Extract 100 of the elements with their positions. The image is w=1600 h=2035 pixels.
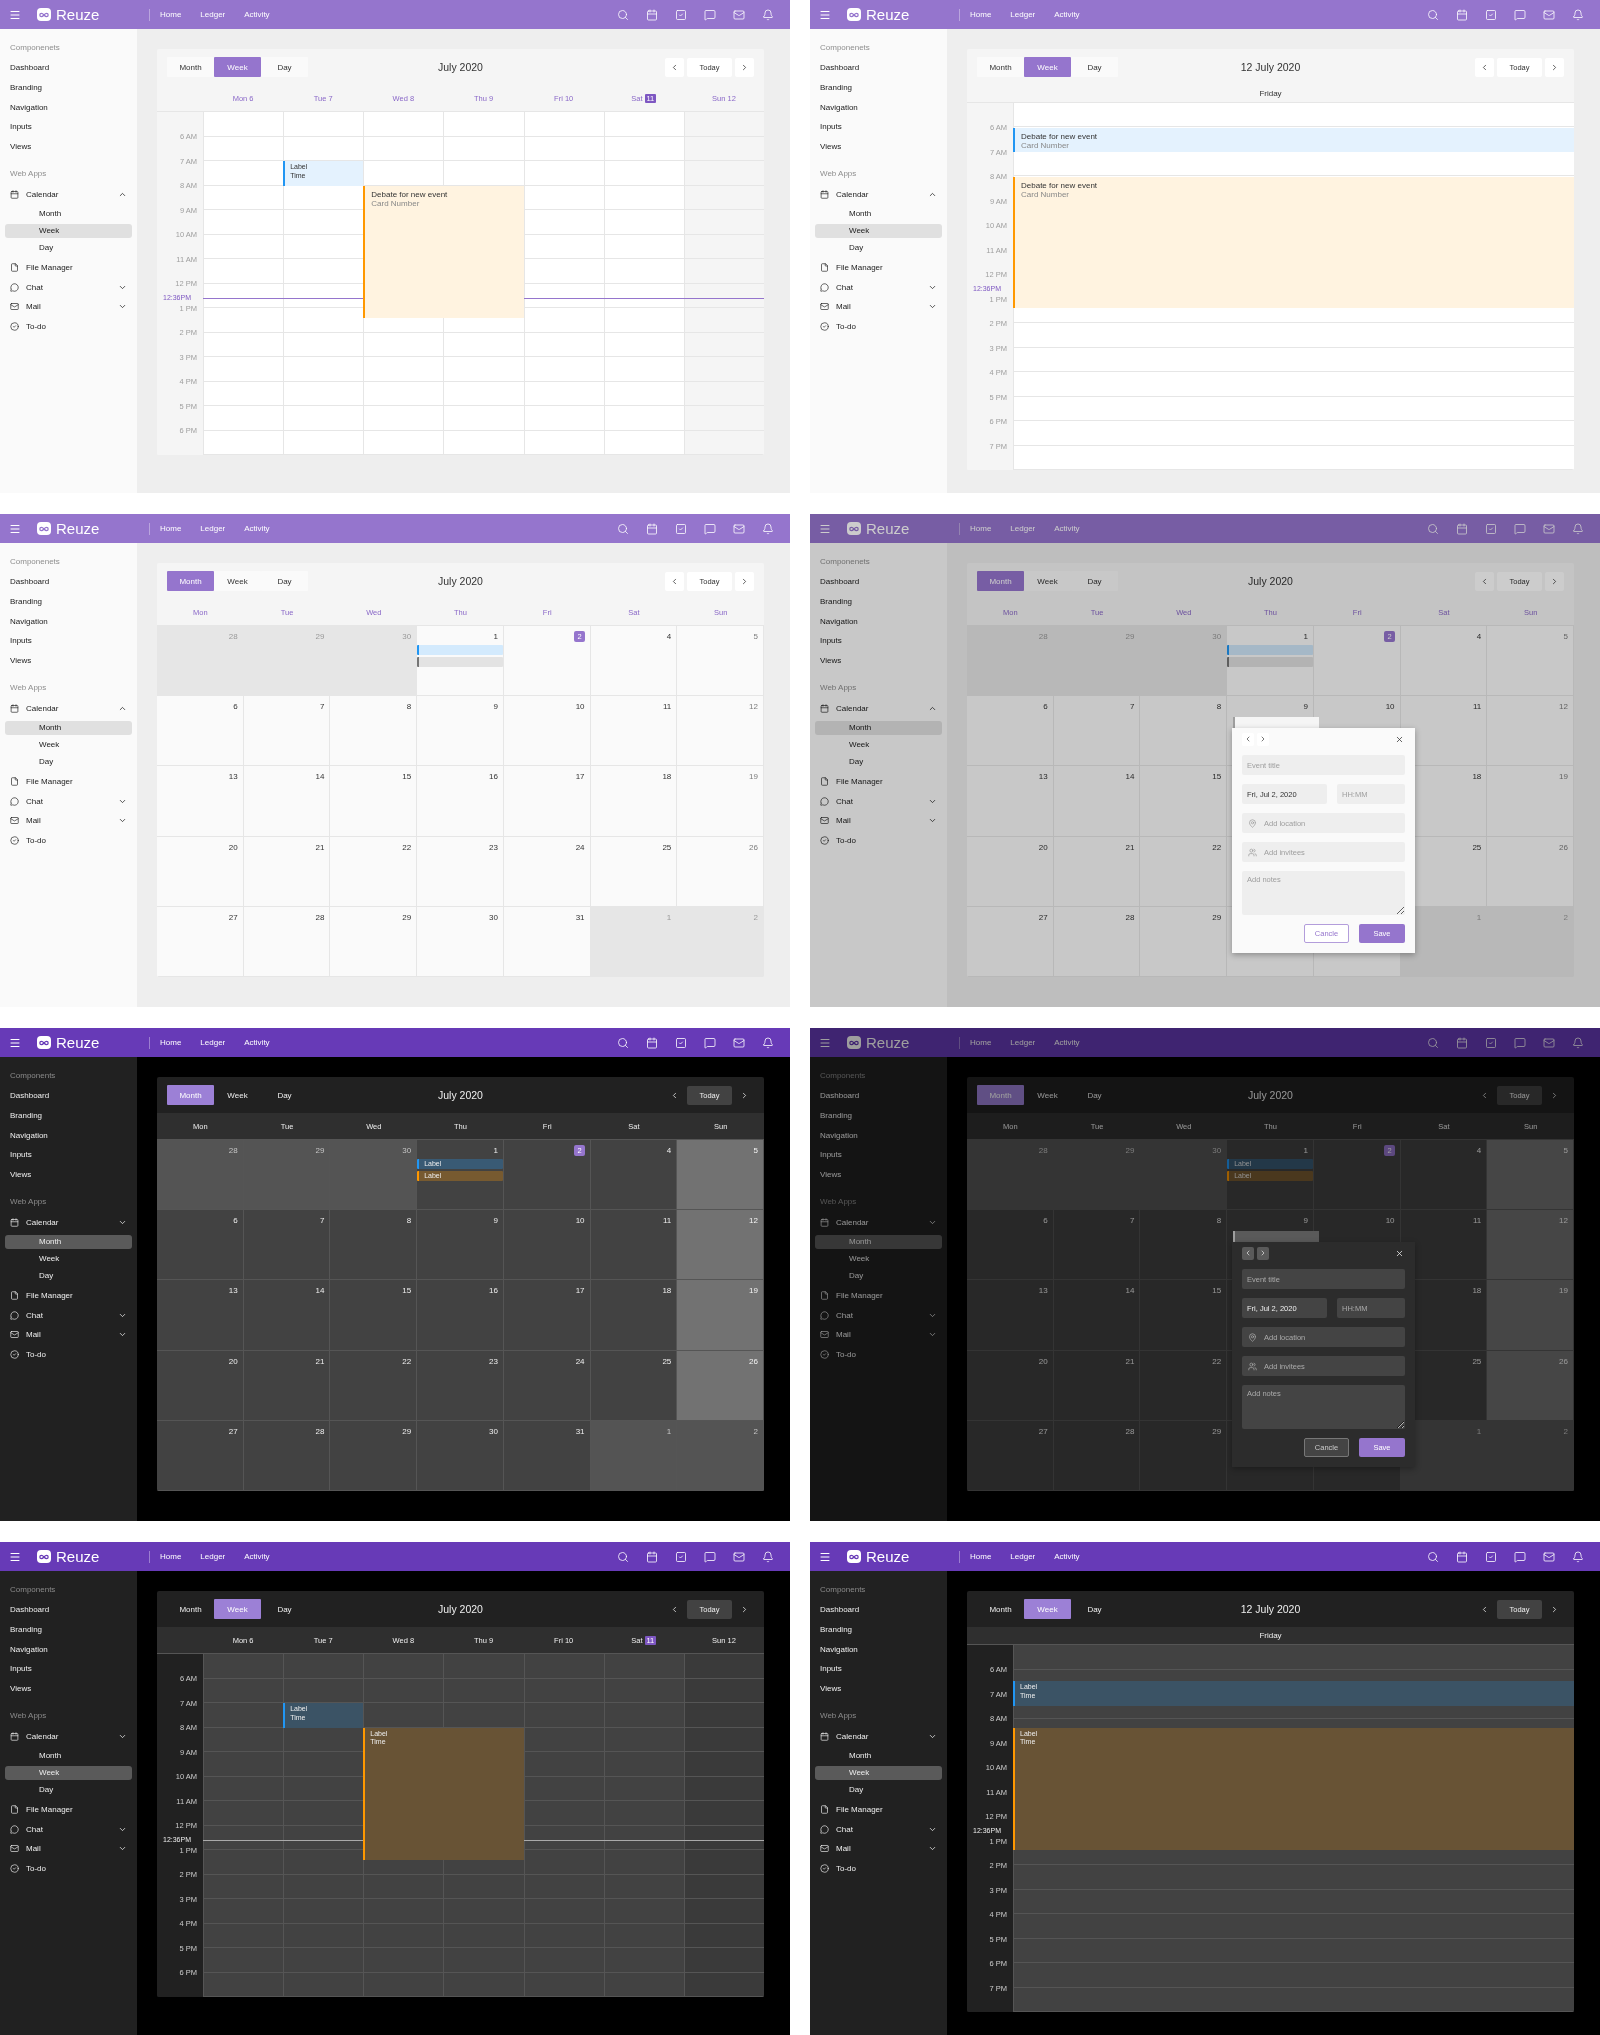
view-tab[interactable]: Day xyxy=(1071,1599,1118,1619)
search-icon[interactable] xyxy=(617,1550,629,1563)
nav-link[interactable]: Home xyxy=(160,522,182,535)
sidebar-item[interactable]: Inputs xyxy=(810,117,947,137)
calendar-icon[interactable] xyxy=(646,1036,658,1049)
message-icon[interactable] xyxy=(704,8,716,21)
day-cell[interactable]: 29 xyxy=(243,1140,331,1211)
sidebar-item[interactable]: Branding xyxy=(0,77,137,98)
sidebar-item[interactable]: Navigation xyxy=(0,1125,137,1146)
sidebar-item[interactable]: Chat xyxy=(0,277,137,297)
day-cell[interactable]: 1 xyxy=(590,1420,678,1491)
day-cell[interactable]: 4 xyxy=(1400,626,1488,697)
sidebar-item[interactable]: File Manager xyxy=(0,1285,137,1306)
day-cell[interactable]: 22 xyxy=(1140,836,1228,907)
sidebar-item[interactable]: To-do xyxy=(0,1344,137,1365)
calendar-icon[interactable] xyxy=(1456,1550,1468,1563)
sidebar-subitem[interactable]: Week xyxy=(5,737,132,752)
event-bar[interactable] xyxy=(417,645,503,655)
previous-button[interactable] xyxy=(1242,1246,1254,1260)
sidebar-item[interactable]: Views xyxy=(810,650,947,671)
view-tab[interactable]: Month xyxy=(167,1599,214,1619)
day-cell[interactable]: 17 xyxy=(503,1280,591,1351)
day-cell[interactable]: 14 xyxy=(1053,766,1141,837)
day-cell[interactable]: 11 xyxy=(590,696,678,767)
menu-icon[interactable] xyxy=(9,8,21,21)
menu-icon[interactable] xyxy=(819,1550,831,1563)
nav-link[interactable]: Activity xyxy=(1054,522,1080,535)
day-cell[interactable]: 13 xyxy=(967,1280,1054,1351)
nav-link[interactable]: Activity xyxy=(1054,1550,1080,1563)
day-cell[interactable]: 13 xyxy=(967,766,1054,837)
sidebar-item[interactable]: Dashboard xyxy=(810,58,947,78)
sidebar-item[interactable]: Branding xyxy=(810,1105,947,1126)
day-cell[interactable]: 26 xyxy=(677,1350,764,1421)
day-cell[interactable]: 22 xyxy=(1140,1350,1228,1421)
sidebar-item[interactable]: Views xyxy=(810,1678,947,1699)
menu-icon[interactable] xyxy=(819,522,831,535)
nav-link[interactable]: Ledger xyxy=(200,522,226,535)
sidebar-item[interactable]: Views xyxy=(0,1678,137,1699)
day-cell[interactable]: 28 xyxy=(1053,906,1141,977)
sidebar-subitem[interactable]: Week xyxy=(5,223,132,238)
sidebar-item[interactable]: File Manager xyxy=(0,771,137,792)
sidebar-item[interactable]: Chat xyxy=(0,1819,137,1839)
sidebar-item[interactable]: Branding xyxy=(810,591,947,612)
view-tab[interactable]: Week xyxy=(1024,1085,1071,1105)
sidebar-subitem[interactable]: Month xyxy=(815,1748,942,1763)
previous-button[interactable] xyxy=(1242,732,1254,746)
nav-link[interactable]: Ledger xyxy=(1010,1036,1036,1049)
day-cell[interactable]: 19 xyxy=(1487,1280,1574,1351)
day-cell[interactable]: 31 xyxy=(503,1420,591,1491)
sidebar-item[interactable]: To-do xyxy=(0,830,137,851)
sidebar-item[interactable]: Branding xyxy=(0,591,137,612)
mail-icon[interactable] xyxy=(733,8,745,21)
sidebar-item[interactable]: Navigation xyxy=(0,611,137,632)
sidebar-subitem[interactable]: Month xyxy=(815,720,942,735)
sidebar-item[interactable]: Views xyxy=(0,1164,137,1185)
sidebar-subitem[interactable]: Month xyxy=(815,206,942,221)
view-tab[interactable]: Month xyxy=(977,571,1024,591)
sidebar-item[interactable]: Calendar xyxy=(0,1212,137,1233)
sidebar-item[interactable]: File Manager xyxy=(810,1799,947,1820)
day-cell[interactable]: 9 xyxy=(417,696,504,767)
sidebar-item[interactable]: Views xyxy=(810,1164,947,1185)
day-cell[interactable]: 4 xyxy=(590,1140,678,1211)
sidebar-item[interactable]: Dashboard xyxy=(0,58,137,78)
day-cell[interactable]: 6 xyxy=(157,696,244,767)
sidebar-item[interactable]: To-do xyxy=(810,830,947,851)
checkbox-icon[interactable] xyxy=(1485,8,1497,21)
view-tab[interactable]: Day xyxy=(261,1085,308,1105)
calendar-icon[interactable] xyxy=(1456,522,1468,535)
nav-link[interactable]: Activity xyxy=(244,1550,270,1563)
sidebar-item[interactable]: File Manager xyxy=(810,1285,947,1306)
sidebar-subitem[interactable]: Week xyxy=(815,223,942,238)
view-tab[interactable]: Day xyxy=(1071,57,1118,77)
search-icon[interactable] xyxy=(1427,522,1439,535)
sidebar-subitem[interactable]: Day xyxy=(815,1268,942,1283)
sidebar-subitem[interactable]: Month xyxy=(5,720,132,735)
day-cell[interactable]: 15 xyxy=(1140,1280,1228,1351)
menu-icon[interactable] xyxy=(9,1036,21,1049)
sidebar-item[interactable]: Mail xyxy=(0,1838,137,1859)
event-card[interactable]: Debate for new event Card Number xyxy=(1013,176,1574,309)
search-icon[interactable] xyxy=(1427,1550,1439,1563)
day-cell[interactable]: 13 xyxy=(157,766,244,837)
day-cell[interactable]: 19 xyxy=(677,766,764,837)
day-cell[interactable]: 20 xyxy=(967,1350,1054,1421)
day-cell[interactable]: 5 xyxy=(1487,626,1574,697)
checkbox-icon[interactable] xyxy=(675,8,687,21)
sidebar-item[interactable]: Dashboard xyxy=(0,572,137,592)
day-cell[interactable]: 21 xyxy=(1053,1350,1141,1421)
day-cell[interactable]: 26 xyxy=(1487,836,1574,907)
sidebar-item[interactable]: Inputs xyxy=(810,1659,947,1679)
view-tab[interactable]: Week xyxy=(1024,57,1071,77)
sidebar-item[interactable]: To-do xyxy=(0,1858,137,1879)
day-cell[interactable]: 8 xyxy=(330,696,418,767)
sidebar-item[interactable]: Calendar xyxy=(0,1726,137,1747)
sidebar-item[interactable]: File Manager xyxy=(810,257,947,278)
sidebar-item[interactable]: Views xyxy=(0,136,137,157)
sidebar-item[interactable]: Mail xyxy=(810,810,947,831)
day-cell[interactable]: 9 xyxy=(417,1210,504,1281)
day-cell[interactable]: 1 xyxy=(1227,626,1314,697)
day-cell[interactable]: 27 xyxy=(967,906,1054,977)
day-cell[interactable]: 29 xyxy=(1140,906,1228,977)
